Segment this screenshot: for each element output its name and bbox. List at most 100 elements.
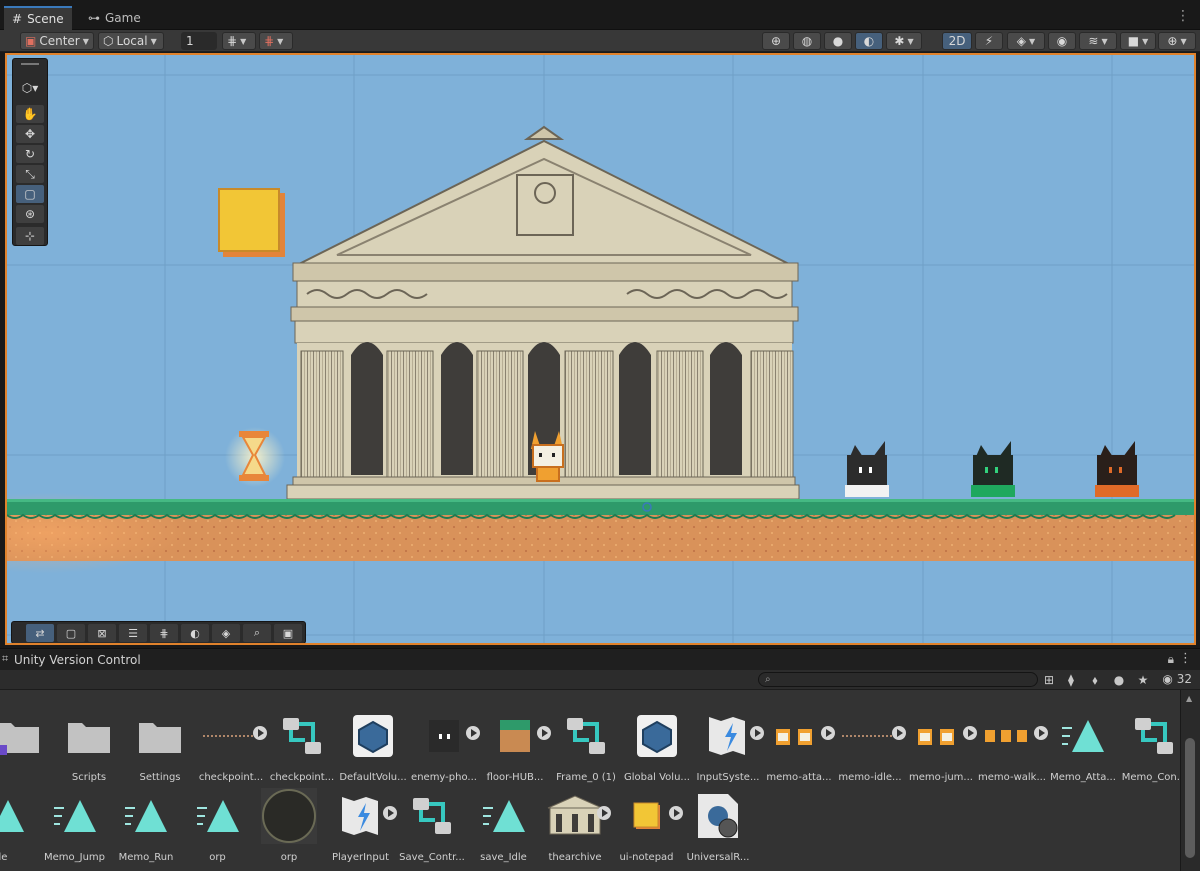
overlay-grid-button[interactable]: ⋕: [150, 624, 178, 642]
scene-visibility-button[interactable]: ◉: [1048, 32, 1076, 50]
overlay-rect-button[interactable]: ▢: [57, 624, 85, 642]
asset-tile[interactable]: Scripts: [51, 708, 127, 790]
rect-icon: ▢: [65, 626, 77, 640]
grid-increment-field[interactable]: 1: [181, 32, 217, 50]
shading-shaded-wireframe-button[interactable]: ◍: [793, 32, 821, 50]
grid-increment-value: 1: [186, 34, 194, 48]
version-control-title[interactable]: Unity Version Control: [14, 653, 141, 667]
render-pipeline-graphic: [698, 794, 738, 838]
cube-icon: ⬡▾: [21, 81, 39, 95]
rotate-tool-button[interactable]: ↻: [16, 145, 44, 163]
asset-tile[interactable]: Frame_0 (1): [548, 708, 624, 790]
drag-handle[interactable]: [21, 63, 39, 65]
asset-tile[interactable]: ui-notepad: [609, 788, 685, 870]
overlay-settings-button[interactable]: ☰: [119, 624, 147, 642]
asset-label: Scripts: [71, 772, 107, 783]
asset-tile[interactable]: memo-atta...: [761, 708, 837, 790]
asset-label: memo-walk...: [978, 772, 1046, 783]
label-filter-button[interactable]: ⬧: [1086, 671, 1104, 689]
asset-tile[interactable]: Memo_Con...: [1116, 708, 1180, 790]
asset-tile[interactable]: DefaultVolu...: [335, 708, 411, 790]
asset-tile[interactable]: checkpoint...: [193, 708, 269, 790]
asset-tile[interactable]: memo-walk...: [974, 708, 1050, 790]
asset-tile[interactable]: Global Volu...: [619, 708, 695, 790]
asset-tile[interactable]: Memo_Jump: [37, 788, 113, 870]
asset-tile[interactable]: le: [0, 788, 41, 870]
gizmos-dropdown[interactable]: ⊕ ▼: [1158, 32, 1196, 50]
pivot-mode-dropdown[interactable]: ▣ Center ▼: [20, 32, 94, 50]
asset-tile[interactable]: Memo_Atta...: [1045, 708, 1121, 790]
search-by-label-button[interactable]: ⧫: [1062, 671, 1080, 689]
asset-tile[interactable]: floor-HUB...: [477, 708, 553, 790]
shading-unlit-button[interactable]: ●: [824, 32, 852, 50]
tool-mode-dropdown[interactable]: ⬡▾: [16, 79, 44, 97]
asset-tile[interactable]: enemy-pho...: [406, 708, 482, 790]
overlay-camera-button[interactable]: ▣: [274, 624, 302, 642]
asset-tile[interactable]: checkpoint...: [264, 708, 340, 790]
asset-tile[interactable]: thearchive: [537, 788, 613, 870]
rect-tool-button[interactable]: ▢: [16, 185, 44, 203]
log-filter-button[interactable]: ●: [1110, 671, 1128, 689]
ground-tilemap[interactable]: [7, 493, 1194, 573]
notepad-sprite[interactable]: [218, 188, 285, 257]
lighting-off-icon: ⚡: [984, 34, 994, 48]
pivot-center-icon: ▣: [25, 34, 37, 48]
asset-label: Memo_Run: [118, 852, 174, 863]
layers-dropdown[interactable]: ≋ ▼: [1079, 32, 1117, 50]
asset-grid-scrollbar[interactable]: ▲: [1181, 690, 1200, 871]
search-by-type-button[interactable]: ⊞: [1040, 671, 1058, 689]
toggle-2d-button[interactable]: 2D: [942, 32, 972, 50]
asset-tile[interactable]: [0, 708, 56, 790]
scene-viewport[interactable]: ⬡▾ ✋ ✥ ↻ ⤡ ▢ ⊛ ⊹ ⇄ ▢ ⊠ ☰ ⋕ ◐ ◈ ⌕ ▣: [5, 53, 1196, 645]
overlay-shading-button[interactable]: ◐: [181, 624, 209, 642]
scene-camera-dropdown[interactable]: ■ ▼: [1120, 32, 1156, 50]
scrollbar-thumb[interactable]: [1185, 738, 1195, 858]
asset-tile[interactable]: memo-jum...: [903, 708, 979, 790]
overlay-layers-button[interactable]: ◈: [212, 624, 240, 642]
shading-shaded-button[interactable]: ◐: [855, 32, 883, 50]
scene-canvas[interactable]: [7, 55, 1194, 643]
more-options-icon[interactable]: ⋮: [1179, 651, 1192, 666]
lock-icon[interactable]: 🔒︎: [1168, 652, 1174, 667]
grid-snap-button[interactable]: ⋕ ▼: [222, 32, 256, 50]
asset-label: UniversalR...: [686, 852, 750, 863]
hidden-packages-toggle[interactable]: ◉ 32: [1162, 672, 1192, 686]
overlay-shuffle-button[interactable]: ⇄: [26, 624, 54, 642]
asset-tile[interactable]: PlayerInput: [323, 788, 399, 870]
asset-label: save_Idle: [480, 852, 527, 863]
favorites-button[interactable]: ★: [1134, 671, 1152, 689]
shading-wireframe-button[interactable]: ⊕: [762, 32, 790, 50]
asset-tile[interactable]: Settings: [122, 708, 198, 790]
hand-tool-button[interactable]: ✋: [16, 105, 44, 123]
overlay-search-button[interactable]: ⌕: [243, 624, 271, 642]
asset-tile[interactable]: Save_Contr...: [394, 788, 470, 870]
asset-tile[interactable]: UniversalR...: [680, 788, 756, 870]
asset-tile[interactable]: InputSyste...: [690, 708, 766, 790]
asset-tile[interactable]: save_Idle: [466, 788, 542, 870]
asset-tile[interactable]: Memo_Run: [108, 788, 184, 870]
scale-tool-button[interactable]: ⤡: [16, 165, 44, 183]
move-tool-button[interactable]: ✥: [16, 125, 44, 143]
tab-scene[interactable]: # Scene: [4, 6, 72, 30]
pivot-rotation-dropdown[interactable]: ⬡ Local ▼: [98, 32, 164, 50]
asset-tile[interactable]: orp: [180, 788, 256, 870]
scroll-up-icon[interactable]: ▲: [1186, 694, 1192, 703]
transform-icon: ⊛: [24, 207, 36, 221]
checkpoint-hourglass-sprite[interactable]: [225, 427, 285, 487]
asset-tile[interactable]: orp: [251, 788, 327, 870]
asset-label: InputSyste...: [696, 772, 760, 783]
tab-game[interactable]: ⊶ Game: [80, 6, 149, 30]
scene-lighting-button[interactable]: ⚡: [975, 32, 1003, 50]
custom-tool-button[interactable]: ⊹: [16, 227, 44, 245]
chevron-down-icon: ▼: [907, 36, 914, 46]
more-options-icon[interactable]: ⋮: [1176, 8, 1190, 24]
anim-controller-graphic: [567, 718, 605, 754]
debug-draw-mode-button[interactable]: ✱ ▼: [886, 32, 922, 50]
asset-tile[interactable]: memo-idle...: [832, 708, 908, 790]
overlay-tilemap-button[interactable]: ⊠: [88, 624, 116, 642]
scene-audio-fx-button[interactable]: ◈ ▼: [1007, 32, 1045, 50]
search-input[interactable]: ⌕: [758, 672, 1038, 687]
transform-tool-button[interactable]: ⊛: [16, 205, 44, 223]
shaded-sphere-icon: ◐: [863, 34, 875, 48]
increment-snap-button[interactable]: ⋕ ▼: [259, 32, 293, 50]
